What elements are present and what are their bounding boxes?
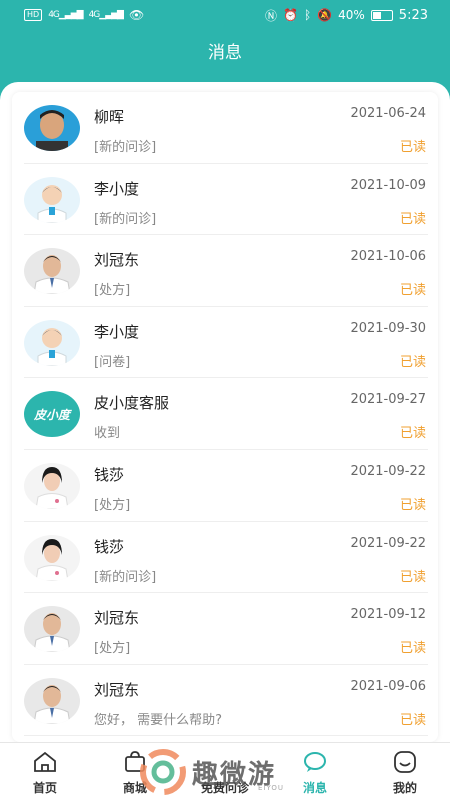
pixiaodu-logo-icon: 皮小度	[33, 407, 70, 422]
message-preview: 您好， 需要什么帮助?	[94, 712, 223, 728]
message-date: 2021-06-24	[350, 106, 426, 121]
avatar	[24, 677, 80, 724]
cartoon-doctor-icon	[24, 176, 80, 223]
read-status: 已读	[399, 426, 426, 442]
signal-icon-1: 4G▁▃▅▇	[48, 10, 83, 20]
hd-icon: HD	[24, 9, 43, 21]
message-row-0[interactable]: 柳晖 2021-06-24 [新的问诊] 已读	[24, 92, 428, 164]
shop-bag-icon	[122, 749, 148, 775]
doctor-female-icon	[24, 534, 80, 581]
message-date: 2021-09-27	[350, 392, 426, 408]
read-status: 已读	[399, 354, 426, 370]
battery-icon	[370, 9, 393, 21]
doctor-male-icon	[24, 248, 80, 295]
avatar	[24, 105, 80, 151]
doctor-male-icon	[24, 677, 80, 724]
message-row-7[interactable]: 刘冠东 2021-09-12 [处方] 已读	[24, 593, 428, 665]
avatar	[24, 248, 80, 295]
chat-bubble-icon	[302, 749, 328, 775]
contact-name: 柳晖	[94, 108, 125, 126]
contact-name: 刘冠东	[94, 609, 140, 628]
mute-icon: 🔕	[317, 8, 333, 22]
read-status: 已读	[399, 712, 426, 728]
contact-name: 钱莎	[94, 465, 125, 484]
tab-mine-label: 我的	[392, 781, 417, 795]
alarm-icon: ⏰	[283, 8, 298, 22]
tab-mine[interactable]: 我的	[360, 743, 450, 800]
message-row-1[interactable]: 李小度 2021-10-09 [新的问诊] 已读	[24, 164, 428, 236]
man-photo-icon	[24, 105, 80, 151]
status-bar: HD 4G▁▃▅▇ 4G▁▃▅▇ 👁 Ⓝ ⏰ ᛒ 🔕 40% 5:23	[0, 0, 450, 30]
message-row-6[interactable]: 钱莎 2021-09-22 [新的问诊] 已读	[24, 522, 428, 594]
nfc-icon: Ⓝ	[265, 8, 278, 23]
message-date: 2021-09-22	[350, 535, 426, 551]
message-preview: [处方]	[94, 641, 131, 657]
message-row-2[interactable]: 刘冠东 2021-10-06 [处方] 已读	[24, 235, 428, 307]
doctor-female-icon	[24, 462, 80, 509]
message-date: 2021-10-09	[350, 177, 426, 193]
avatar	[24, 176, 80, 223]
home-icon	[32, 749, 58, 775]
contact-name: 钱莎	[94, 537, 125, 556]
message-row-4[interactable]: 皮小度 皮小度客服 2021-09-27 收到 已读	[24, 378, 428, 450]
tab-mall-label: 商城	[122, 781, 147, 795]
contact-name: 皮小度客服	[94, 394, 170, 413]
tab-free-consult-label: 免费问诊	[200, 781, 249, 795]
status-bar-right: Ⓝ ⏰ ᛒ 🔕 40% 5:23	[265, 7, 428, 24]
avatar: 皮小度	[24, 391, 80, 438]
battery-percent: 40%	[338, 8, 365, 22]
message-date: 2021-09-12	[350, 607, 426, 623]
tab-mall[interactable]: 商城	[90, 743, 180, 800]
read-status: 已读	[399, 641, 426, 657]
avatar	[24, 534, 80, 581]
doctor-male-icon	[24, 606, 80, 653]
read-status: 已读	[399, 569, 426, 585]
smiley-icon	[392, 749, 418, 775]
clock: 5:23	[398, 7, 428, 23]
cartoon-doctor-icon	[24, 319, 80, 366]
contact-name: 李小度	[94, 179, 140, 198]
message-preview: [新的问诊]	[94, 211, 157, 227]
read-status: 已读	[399, 140, 426, 155]
consult-icon	[212, 749, 238, 775]
message-preview: [新的问诊]	[94, 569, 157, 585]
status-bar-left: HD 4G▁▃▅▇ 4G▁▃▅▇ 👁	[24, 8, 144, 22]
tab-messages-label: 消息	[302, 781, 327, 795]
tab-home[interactable]: 首页	[0, 743, 90, 800]
avatar	[24, 319, 80, 366]
message-row-5[interactable]: 钱莎 2021-09-22 [处方] 已读	[24, 450, 428, 522]
message-preview: [处方]	[94, 283, 131, 299]
message-preview: 收到	[94, 426, 121, 442]
bottom-tab-bar: 首页 商城 免费问诊 消息 我的	[0, 742, 450, 800]
message-date: 2021-09-30	[350, 320, 426, 336]
tab-home-label: 首页	[32, 781, 57, 795]
message-panel: 柳晖 2021-06-24 [新的问诊] 已读 李小度 2021-10-09 […	[0, 82, 450, 742]
page-title: 消息	[208, 43, 242, 63]
contact-name: 刘冠东	[94, 251, 140, 270]
message-date: 2021-09-06	[350, 678, 426, 694]
message-preview: [新的问诊]	[94, 140, 157, 155]
signal-icon-2: 4G▁▃▅▇	[88, 10, 124, 20]
contact-name: 刘冠东	[94, 680, 140, 699]
avatar	[24, 462, 80, 509]
eye-icon: 👁	[128, 8, 145, 22]
contact-name: 李小度	[94, 322, 140, 341]
message-row-3[interactable]: 李小度 2021-09-30 [问卷] 已读	[24, 307, 428, 379]
bluetooth-icon: ᛒ	[303, 8, 312, 22]
tab-free-consult[interactable]: 免费问诊	[180, 743, 270, 800]
message-preview: [处方]	[94, 497, 131, 513]
read-status: 已读	[399, 211, 426, 227]
message-preview: [问卷]	[94, 354, 131, 370]
message-date: 2021-09-22	[350, 463, 426, 479]
read-status: 已读	[399, 283, 426, 299]
message-row-8[interactable]: 刘冠东 2021-09-06 您好， 需要什么帮助? 已读	[24, 665, 428, 737]
read-status: 已读	[399, 497, 426, 513]
tab-messages[interactable]: 消息	[270, 743, 360, 800]
avatar	[24, 606, 80, 653]
message-list[interactable]: 柳晖 2021-06-24 [新的问诊] 已读 李小度 2021-10-09 […	[12, 92, 438, 742]
message-date: 2021-10-06	[350, 249, 426, 265]
